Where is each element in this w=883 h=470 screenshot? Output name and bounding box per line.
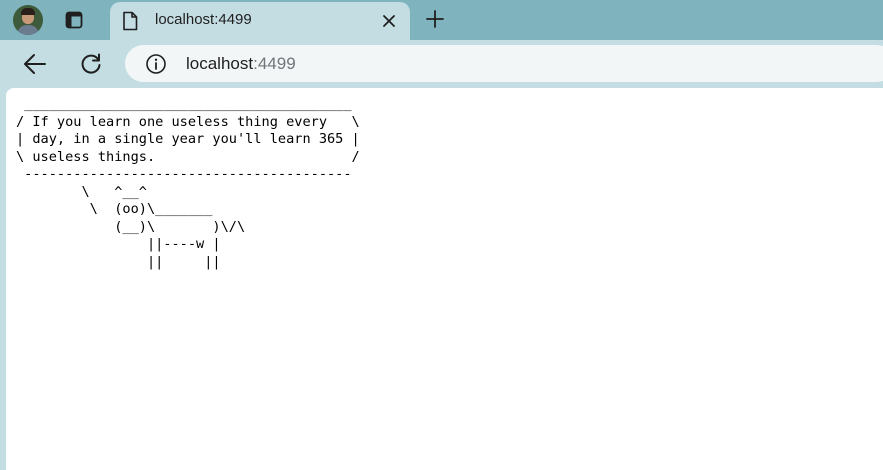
url-host: localhost: [186, 54, 254, 73]
tab-strip: localhost:4499: [0, 0, 883, 40]
close-icon[interactable]: [380, 12, 398, 30]
profile-avatar[interactable]: [13, 5, 43, 35]
active-tab[interactable]: localhost:4499: [110, 2, 410, 40]
browser-window: localhost:4499 localhost:4499 __________…: [0, 0, 883, 470]
address-bar[interactable]: localhost:4499: [125, 45, 883, 82]
url-text: localhost:4499: [186, 54, 296, 74]
page-icon: [123, 11, 138, 31]
plus-icon[interactable]: [424, 8, 446, 30]
avatar-hair: [21, 8, 35, 15]
url-port: :4499: [253, 54, 296, 73]
info-icon[interactable]: [145, 53, 167, 75]
reload-icon[interactable]: [78, 51, 104, 77]
cowsay-output: ________________________________________…: [16, 96, 360, 270]
avatar-shirt: [17, 25, 39, 35]
tab-title: localhost:4499: [155, 11, 252, 28]
browser-toolbar: localhost:4499: [0, 40, 883, 88]
page-content: ________________________________________…: [6, 88, 883, 470]
tab-search-icon: [65, 11, 83, 29]
tab-search-button[interactable]: [60, 8, 88, 32]
back-arrow-icon[interactable]: [22, 52, 48, 76]
